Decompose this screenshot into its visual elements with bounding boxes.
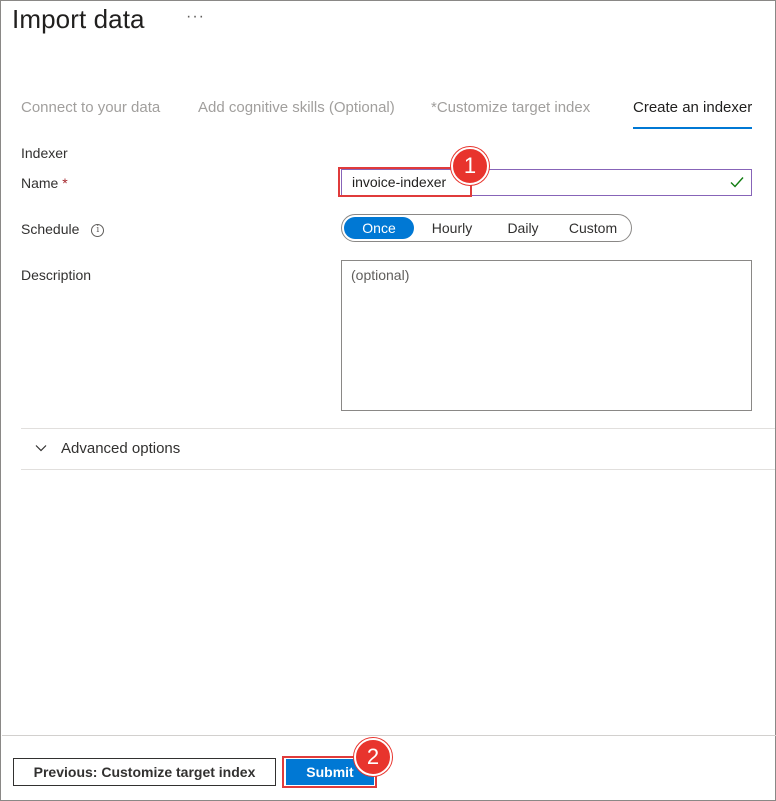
tab-customize-target-index[interactable]: *Customize target index <box>431 99 590 129</box>
tab-create-an-indexer[interactable]: Create an indexer <box>633 99 753 129</box>
description-field[interactable] <box>341 260 752 411</box>
schedule-option-custom[interactable]: Custom <box>558 217 628 239</box>
advanced-options-label: Advanced options <box>61 440 181 457</box>
name-label-text: Name <box>21 175 59 191</box>
schedule-option-once[interactable]: Once <box>344 217 414 239</box>
description-label: Description <box>21 267 92 283</box>
chevron-down-icon <box>35 445 47 452</box>
schedule-label: Schedule i <box>21 221 105 237</box>
tab-add-cognitive-skills[interactable]: Add cognitive skills (Optional) <box>198 99 395 129</box>
callout-badge-2: 2 <box>354 738 392 776</box>
schedule-label-text: Schedule <box>21 221 80 237</box>
valid-check-icon <box>730 177 744 188</box>
schedule-option-hourly[interactable]: Hourly <box>418 217 486 239</box>
schedule-toggle-group: Once Hourly Daily Custom <box>341 214 632 242</box>
import-data-panel: Import data ··· Connect to your data Add… <box>0 0 776 801</box>
description-textarea[interactable] <box>351 267 741 402</box>
callout-badge-1: 1 <box>451 147 489 185</box>
schedule-option-daily[interactable]: Daily <box>492 217 554 239</box>
more-options-icon[interactable]: ··· <box>186 8 205 26</box>
indexer-section-heading: Indexer <box>21 145 68 161</box>
footer-divider <box>2 735 776 736</box>
name-label: Name * <box>21 175 68 191</box>
page-title: Import data <box>12 4 145 34</box>
advanced-options-expander[interactable]: Advanced options <box>21 428 775 470</box>
info-icon[interactable]: i <box>91 223 105 237</box>
previous-button[interactable]: Previous: Customize target index <box>13 758 276 786</box>
tab-connect-to-your-data[interactable]: Connect to your data <box>21 99 160 129</box>
required-marker: * <box>62 175 68 191</box>
